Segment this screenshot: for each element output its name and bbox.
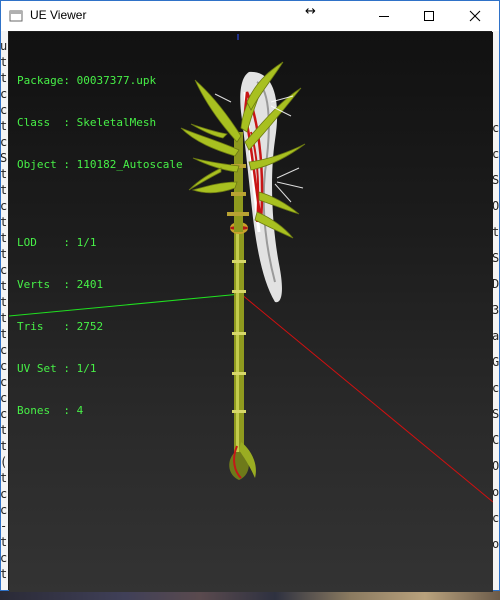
verts-label: Verts : — [17, 278, 70, 291]
tris-label: Tris : — [17, 320, 70, 333]
maximize-icon — [424, 11, 434, 21]
bones-value: 4 — [76, 404, 84, 417]
maximize-button[interactable] — [406, 1, 452, 31]
package-label: Package: — [17, 74, 70, 87]
minimize-button[interactable] — [361, 1, 407, 31]
object-value: 110182_Autoscale — [76, 158, 183, 171]
class-value: SkeletalMesh — [76, 116, 157, 129]
close-button[interactable] — [452, 1, 498, 31]
window-title: UE Viewer — [30, 8, 87, 22]
tris-value: 2752 — [76, 320, 104, 333]
class-label: Class : — [17, 116, 70, 129]
ue-viewer-window: UE Viewer ↔ Package: 00037377.upk Class … — [0, 0, 500, 592]
staff-stem — [229, 222, 256, 480]
package-value: 00037377.upk — [76, 74, 157, 87]
uvset-value: 1/1 — [76, 362, 97, 375]
minimize-icon — [379, 16, 389, 17]
mesh-info-overlay: Package: 00037377.upk Class : SkeletalMe… — [17, 46, 183, 446]
lod-value: 1/1 — [76, 236, 97, 249]
3d-viewport[interactable]: Package: 00037377.upk Class : SkeletalMe… — [9, 32, 493, 592]
uvset-label: UV Set : — [17, 362, 70, 375]
lod-label: LOD : — [17, 236, 70, 249]
bones-label: Bones : — [17, 404, 70, 417]
title-bar[interactable]: UE Viewer ↔ — [1, 1, 499, 31]
x-axis-line — [240, 293, 493, 503]
taskbar-wallpaper-strip — [0, 591, 500, 600]
app-icon — [9, 10, 23, 22]
resize-cursor-icon: ↔ — [305, 4, 316, 19]
object-label: Object : — [17, 158, 70, 171]
close-icon — [469, 10, 481, 22]
verts-value: 2401 — [76, 278, 104, 291]
